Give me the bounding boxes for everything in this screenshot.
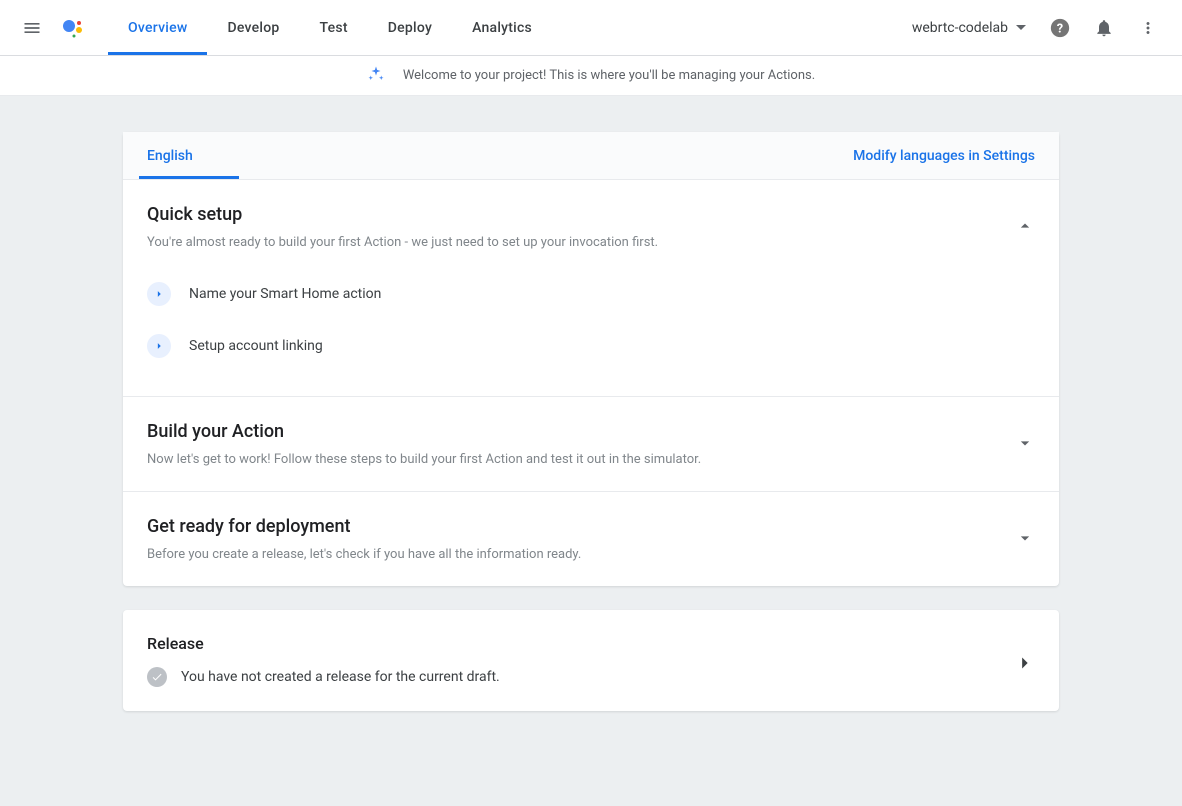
section-build-action[interactable]: Build your Action Now let's get to work!…	[123, 397, 1059, 492]
page-body: English Modify languages in Settings Qui…	[0, 96, 1182, 806]
chevron-down-icon[interactable]	[1015, 433, 1035, 457]
section-title: Get ready for deployment	[147, 516, 1035, 537]
project-selector[interactable]: webrtc-codelab	[900, 20, 1038, 36]
nav-tabs: Overview Develop Test Deploy Analytics	[108, 0, 552, 55]
main-card: English Modify languages in Settings Qui…	[123, 132, 1059, 586]
sparkle-icon	[367, 65, 385, 87]
tab-develop[interactable]: Develop	[207, 0, 299, 55]
modify-languages-link[interactable]: Modify languages in Settings	[853, 148, 1035, 164]
help-icon[interactable]: ?	[1038, 6, 1082, 50]
step-label: Setup account linking	[189, 338, 323, 354]
tab-overview[interactable]: Overview	[108, 0, 207, 55]
step-name-action[interactable]: Name your Smart Home action	[147, 268, 1035, 320]
svg-text:?: ?	[1057, 21, 1063, 36]
tab-deploy[interactable]: Deploy	[368, 0, 452, 55]
tab-analytics[interactable]: Analytics	[452, 0, 552, 55]
release-row: You have not created a release for the c…	[147, 667, 1035, 687]
more-vert-icon[interactable]	[1126, 6, 1170, 50]
release-text: You have not created a release for the c…	[181, 669, 500, 685]
section-title: Quick setup	[147, 204, 1035, 225]
section-subtitle: Now let's get to work! Follow these step…	[147, 452, 1035, 467]
language-tab-english[interactable]: English	[147, 132, 203, 179]
section-subtitle: Before you create a release, let's check…	[147, 547, 1035, 562]
release-card[interactable]: Release You have not created a release f…	[123, 610, 1059, 711]
dropdown-caret-icon	[1016, 25, 1026, 30]
section-title: Build your Action	[147, 421, 1035, 442]
chevron-right-icon[interactable]	[1013, 652, 1035, 678]
welcome-banner: Welcome to your project! This is where y…	[0, 56, 1182, 96]
app-header: Overview Develop Test Deploy Analytics w…	[0, 0, 1182, 56]
step-label: Name your Smart Home action	[189, 286, 381, 302]
arrow-right-icon	[147, 334, 171, 358]
step-list: Name your Smart Home action Setup accoun…	[147, 268, 1035, 372]
check-circle-icon	[147, 667, 167, 687]
assistant-logo-icon	[52, 8, 92, 48]
banner-text: Welcome to your project! This is where y…	[403, 68, 815, 83]
hamburger-menu-icon[interactable]	[12, 8, 52, 48]
section-quick-setup: Quick setup You're almost ready to build…	[123, 180, 1059, 397]
language-bar: English Modify languages in Settings	[123, 132, 1059, 180]
section-subtitle: You're almost ready to build your first …	[147, 235, 1035, 250]
step-account-linking[interactable]: Setup account linking	[147, 320, 1035, 372]
tab-test[interactable]: Test	[300, 0, 368, 55]
project-name: webrtc-codelab	[912, 20, 1008, 36]
chevron-down-icon[interactable]	[1015, 528, 1035, 552]
notifications-icon[interactable]	[1082, 6, 1126, 50]
release-title: Release	[147, 634, 1035, 653]
section-deployment[interactable]: Get ready for deployment Before you crea…	[123, 492, 1059, 586]
arrow-right-icon	[147, 282, 171, 306]
chevron-up-icon[interactable]	[1015, 216, 1035, 240]
